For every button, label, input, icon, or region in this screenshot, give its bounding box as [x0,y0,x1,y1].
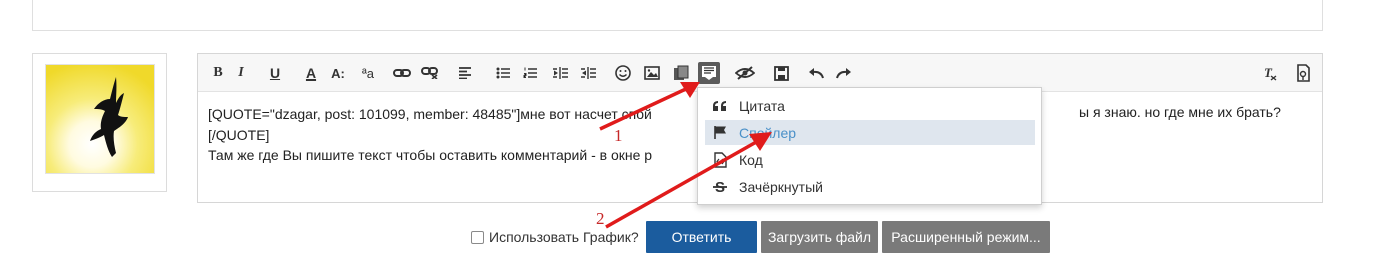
use-graphic-checkbox[interactable] [471,230,484,244]
text-color-icon[interactable]: A [301,63,321,83]
bold-icon[interactable]: B [208,63,228,83]
use-graphic-label: Использовать График? [489,229,639,245]
avatar-eagle-image [46,65,154,173]
unlink-icon[interactable] [420,63,440,83]
numbered-list-icon[interactable] [520,63,540,83]
outdent-icon[interactable] [550,63,570,83]
font-family-icon[interactable]: ªa [358,63,378,83]
smiley-icon[interactable] [613,63,633,83]
advanced-mode-button[interactable]: Расширенный режим... [882,221,1050,253]
menu-item-label: Цитата [739,97,785,114]
menu-item-label: Код [739,151,763,168]
strikethrough-icon: S [709,179,731,195]
bullet-list-icon[interactable] [493,63,513,83]
image-icon[interactable] [642,63,662,83]
reply-button[interactable]: Ответить [646,221,757,253]
undo-icon[interactable] [806,63,826,83]
menu-item-spoiler[interactable]: Спойлер [705,120,1035,145]
italic-icon[interactable]: I [231,63,251,83]
use-graphic-option[interactable]: Использовать График? [471,229,639,245]
link-icon[interactable] [392,63,412,83]
hide-icon[interactable] [735,63,755,83]
avatar-container [32,53,167,192]
bbcode-toggle-icon[interactable] [1293,63,1313,83]
menu-item-label: Спойлер [739,124,797,141]
svg-text:T: T [1264,65,1273,80]
font-size-icon[interactable]: A: [328,63,348,83]
remove-format-icon[interactable]: T [1260,63,1280,83]
flag-icon [709,125,731,141]
menu-item-code[interactable]: Код [705,147,1035,172]
menu-item-label: Зачёркнутый [739,178,823,195]
annotation-number-2: 2 [596,209,605,228]
code-file-icon [709,151,731,168]
menu-item-strikethrough[interactable]: S Зачёркнутый [705,174,1035,199]
insert-icon[interactable] [698,62,720,84]
align-icon[interactable] [455,63,475,83]
upload-file-button[interactable]: Загрузить файл [761,221,878,253]
save-icon[interactable] [771,63,791,83]
menu-item-quote[interactable]: Цитата [705,93,1035,118]
avatar[interactable] [45,64,155,174]
indent-icon[interactable] [578,63,598,83]
redo-icon[interactable] [834,63,854,83]
insert-dropdown-menu: Цитата Спойлер Код S Зачёркнутый [697,87,1042,205]
previous-post-frame [32,0,1323,31]
editor-line-fragment: ы я знаю. но где мне их брать? [1079,104,1281,120]
quote-icon [709,98,731,114]
annotation-number-1: 1 [614,126,623,145]
underline-icon[interactable]: U [265,63,285,83]
media-icon[interactable] [671,63,691,83]
